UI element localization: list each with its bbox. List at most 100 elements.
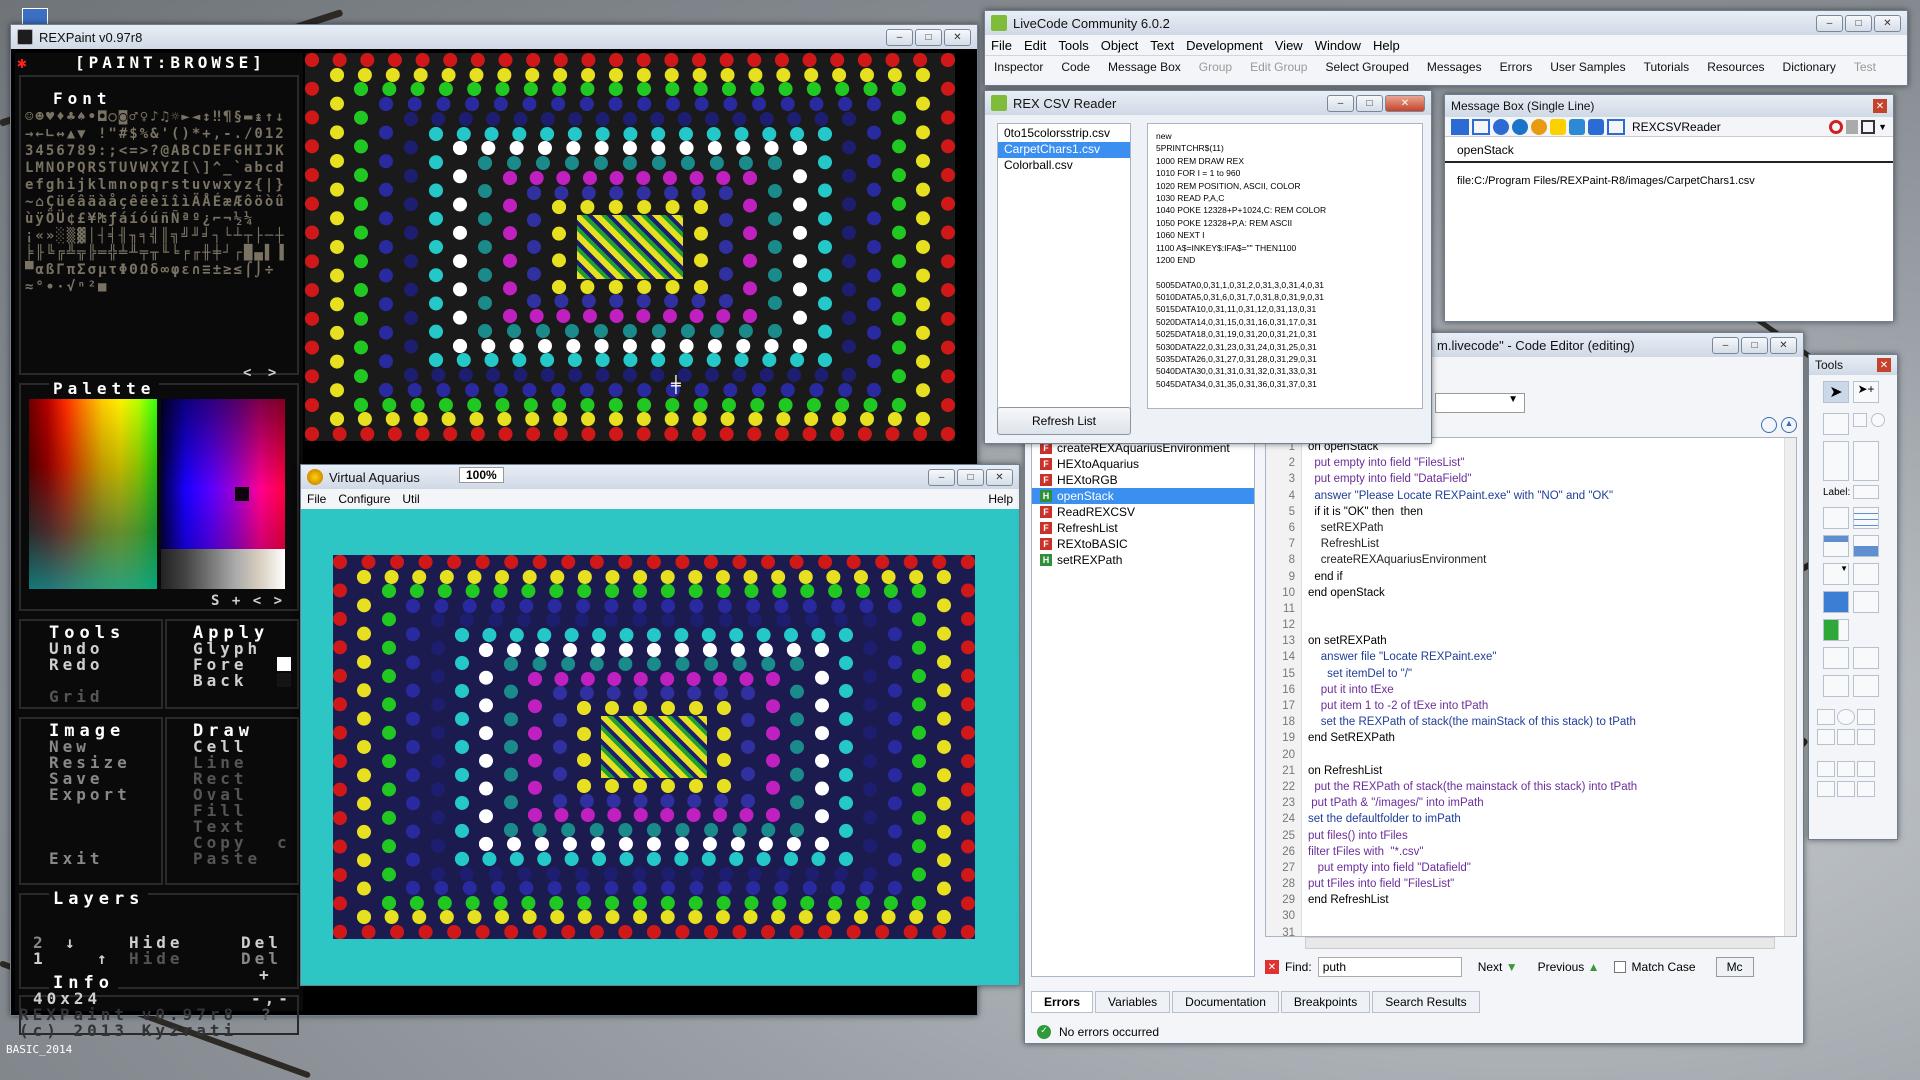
handler-item[interactable]: F RefreshList	[1032, 520, 1254, 536]
code-line[interactable]: put empty into field "DataField"	[1308, 473, 1784, 489]
toolbar-message-box[interactable]: Message Box	[1099, 60, 1190, 74]
freehand-tool-icon[interactable]	[1857, 729, 1875, 745]
layer-up-arrow-icon[interactable]: ↑	[97, 949, 111, 968]
minimize-button[interactable]: ‒	[1327, 94, 1354, 112]
stop-icon[interactable]	[1829, 119, 1844, 134]
code-line[interactable]: put item 1 to -2 of tExe into tPath	[1308, 700, 1784, 716]
global-variables-icon[interactable]	[1531, 118, 1547, 135]
file-list-item[interactable]: Colorball.csv	[998, 158, 1130, 174]
handler-dropdown[interactable]: ▼	[1435, 393, 1525, 413]
rexpaint-canvas[interactable]	[305, 53, 955, 441]
code-line[interactable]: set the REXPath of stack(the mainStack o…	[1308, 716, 1784, 732]
message-command[interactable]: openStack	[1445, 137, 1893, 163]
find-input[interactable]	[1317, 957, 1462, 977]
code-line[interactable]: set itemDel to "/"	[1308, 668, 1784, 684]
close-button[interactable]: ✕	[1873, 99, 1887, 113]
back-scripts-icon[interactable]	[1569, 118, 1585, 135]
toolbar-code[interactable]: Code	[1052, 60, 1099, 74]
more-button[interactable]: Mc	[1715, 957, 1754, 977]
maximize-button[interactable]: □	[915, 28, 942, 46]
code-line[interactable]: on setREXPath	[1308, 635, 1784, 651]
layer-down-arrow-icon[interactable]: ↓	[65, 933, 79, 952]
tabs-tool-icon[interactable]	[1823, 535, 1849, 557]
slider-tool-icon[interactable]	[1853, 591, 1879, 613]
code-line[interactable]: setREXPath	[1308, 522, 1784, 538]
menu-window[interactable]: Window	[1309, 38, 1367, 53]
help-button[interactable]: ?	[261, 1005, 275, 1024]
progress-tool-icon[interactable]	[1823, 619, 1849, 641]
font-nav[interactable]: < >	[243, 365, 280, 381]
code-area[interactable]: 1 2 3 4 5 6 7 8 9 10 11 12 13 14 15 16 17 18 19 20 21 22 23 24 2…	[1265, 437, 1797, 939]
code-line[interactable]: put empty into field "Datafield"	[1308, 862, 1784, 878]
layer-add[interactable]: +	[259, 965, 273, 984]
palette-greys[interactable]	[161, 549, 285, 589]
option-menu-tool-icon[interactable]: ▼	[1823, 563, 1849, 585]
data-field[interactable]: new 5PRINTCHR$(11) 1000 REM DRAW REX 1010 F…	[1147, 123, 1423, 409]
code-line[interactable]: RefreshList	[1308, 538, 1784, 554]
front-scripts-icon[interactable]	[1550, 118, 1566, 135]
line-tool-icon[interactable]	[1817, 729, 1835, 745]
close-button[interactable]: ✕	[1770, 336, 1797, 354]
code-line[interactable]: if it is "OK" then then	[1308, 506, 1784, 522]
refresh-list-button[interactable]: Refresh List	[997, 407, 1131, 435]
code-line[interactable]	[1308, 749, 1784, 765]
clear-icon[interactable]	[1861, 119, 1876, 134]
code-line[interactable]: put the REXPath of stack(the mainstack o…	[1308, 781, 1784, 797]
handler-item[interactable]: F ReadREXCSV	[1032, 504, 1254, 520]
spray-tool-icon[interactable]	[1857, 761, 1875, 777]
font-glyph-grid[interactable]: ☺☻♥♦♣♠•◘○◙♂♀♪♫☼►◄↕‼¶§▬↨↑↓→←∟↔▲▼ !"#$%&'(…	[25, 109, 295, 349]
code-line[interactable]: createREXAquariusEnvironment	[1308, 554, 1784, 570]
tab-variables[interactable]: Variables	[1095, 991, 1171, 1013]
maximize-button[interactable]: □	[1356, 94, 1383, 112]
code-line[interactable]: on RefreshList	[1308, 765, 1784, 781]
handler-item[interactable]: F HEXtoAquarius	[1032, 456, 1254, 472]
grid-toggle[interactable]: Grid	[49, 687, 104, 706]
oval-tool-icon[interactable]	[1837, 709, 1855, 725]
tools-palette[interactable]: Tools ✕ ➤ ➤+ Label: ▼	[1808, 354, 1898, 840]
aquarius-window[interactable]: Virtual Aquarius ‒ □ ✕ 100% File Configu…	[300, 464, 1020, 986]
scrolling-field-tool-icon[interactable]	[1853, 441, 1879, 481]
find-close-icon[interactable]: ✕	[1265, 960, 1279, 974]
toolbar-edit-group[interactable]: Edit Group	[1241, 60, 1316, 74]
toolbar-dictionary[interactable]: Dictionary	[1774, 60, 1845, 74]
find-next-button[interactable]: Next ▼	[1478, 960, 1518, 974]
code-line[interactable]: put tPath & "/images/" into imPath	[1308, 797, 1784, 813]
mode-single-line-icon[interactable]	[1451, 118, 1469, 135]
file-list-item[interactable]: 0to15colorsstrip.csv	[998, 126, 1130, 142]
layer-1-number[interactable]: 1	[33, 949, 47, 968]
image-tool-icon[interactable]	[1823, 675, 1849, 697]
code-line[interactable]: answer file "Locate REXPaint.exe"	[1308, 651, 1784, 667]
close-button[interactable]: ✕	[1385, 94, 1425, 112]
tab-search-results[interactable]: Search Results	[1372, 991, 1480, 1013]
tab-documentation[interactable]: Documentation	[1172, 991, 1279, 1013]
draw-paste[interactable]: Paste	[193, 849, 261, 868]
menu-tools[interactable]: Tools	[1052, 38, 1094, 53]
code-text[interactable]: on openStack put empty into field "Files…	[1302, 438, 1784, 936]
checkbox-tool-icon[interactable]	[1853, 413, 1867, 427]
menu-file[interactable]: File	[301, 492, 332, 506]
label-tool[interactable]: Label:	[1823, 487, 1850, 498]
eraser-tool-icon[interactable]	[1817, 781, 1835, 797]
radio-tool-icon[interactable]	[1871, 413, 1885, 427]
close-button[interactable]: ✕	[986, 468, 1013, 486]
code-line[interactable]: answer "Please Locate REXPaint.exe" with…	[1308, 490, 1784, 506]
menu-help[interactable]: Help	[982, 492, 1019, 506]
code-line[interactable]: put files() into tFiles	[1308, 830, 1784, 846]
toolbar-select-grouped[interactable]: Select Grouped	[1316, 60, 1417, 74]
label-field-tool-icon[interactable]	[1853, 485, 1879, 499]
csv-reader-window[interactable]: REX CSV Reader ‒ □ ✕ 0to15colorsstrip.cs…	[984, 90, 1432, 444]
layer-1-hide[interactable]: Hide	[129, 949, 184, 968]
handler-item[interactable]: F REXtoBASIC	[1032, 536, 1254, 552]
handler-list[interactable]: FcreateREXAquariusEnvironment F HEXtoAquar…	[1031, 437, 1255, 977]
code-line[interactable]: set the defaultfolder to imPath	[1308, 813, 1784, 829]
history-icon[interactable]	[1761, 417, 1777, 433]
field-tool-icon[interactable]	[1823, 441, 1849, 481]
minimize-button[interactable]: ‒	[928, 468, 955, 486]
graphic-tool-icon[interactable]	[1853, 675, 1879, 697]
menu-file[interactable]: File	[985, 38, 1018, 53]
global-properties-icon[interactable]	[1493, 118, 1509, 135]
toolbar-inspector[interactable]: Inspector	[985, 60, 1052, 74]
redo-button[interactable]: Redo	[49, 655, 104, 674]
minimize-button[interactable]: ‒	[886, 28, 913, 46]
toolbar-user-samples[interactable]: User Samples	[1541, 60, 1634, 74]
